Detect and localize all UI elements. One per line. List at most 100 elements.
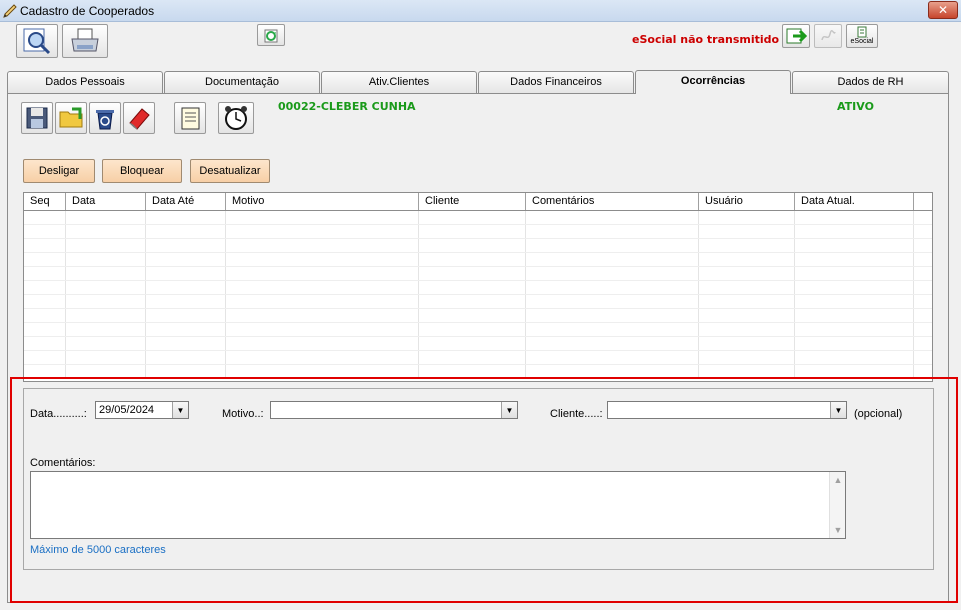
column-header-data-ate[interactable]: Data Até <box>146 193 226 210</box>
table-cell <box>226 225 419 238</box>
motivo-label: Motivo..: <box>222 408 264 420</box>
alarm-clock-icon <box>225 106 247 130</box>
table-cell <box>146 239 226 252</box>
eraser-icon <box>129 108 150 130</box>
table-cell <box>795 365 914 378</box>
table-cell <box>526 267 699 280</box>
column-header-motivo[interactable]: Motivo <box>226 193 419 210</box>
tab-documentacao[interactable]: Documentação <box>164 71 320 93</box>
table-cell <box>795 295 914 308</box>
table-cell <box>146 267 226 280</box>
table-cell <box>226 211 419 224</box>
data-value: 29/05/2024 <box>99 404 155 416</box>
column-header-data[interactable]: Data <box>66 193 146 210</box>
delete-button[interactable] <box>89 102 121 134</box>
open-folder-button[interactable] <box>55 102 87 134</box>
window-title: Cadastro de Cooperados <box>20 4 155 18</box>
comentarios-textarea[interactable]: ▲ ▼ <box>30 471 846 539</box>
desligar-button[interactable]: Desligar <box>23 159 95 183</box>
table-cell <box>526 225 699 238</box>
column-header-comentarios[interactable]: Comentários <box>526 193 699 210</box>
table-cell <box>699 309 795 322</box>
column-header-cliente[interactable]: Cliente <box>419 193 526 210</box>
table-cell <box>526 239 699 252</box>
data-label: Data..........: <box>30 408 87 420</box>
data-date-picker[interactable]: 29/05/2024 ▼ <box>95 401 189 419</box>
table-cell <box>146 365 226 378</box>
table-cell <box>146 211 226 224</box>
table-cell <box>526 365 699 378</box>
close-button[interactable]: ✕ <box>928 1 958 19</box>
cliente-select[interactable]: ▼ <box>607 401 847 419</box>
table-row <box>24 239 932 253</box>
table-cell <box>226 239 419 252</box>
table-row <box>24 365 932 379</box>
chevron-down-icon[interactable]: ▼ <box>501 402 517 418</box>
print-button[interactable] <box>62 24 108 58</box>
search-button[interactable] <box>16 24 58 58</box>
table-cell <box>66 295 146 308</box>
tab-ocorrencias[interactable]: Ocorrências <box>635 70 791 94</box>
table-cell <box>419 281 526 294</box>
grid-body <box>24 211 932 381</box>
table-cell <box>66 337 146 350</box>
table-cell <box>699 281 795 294</box>
scroll-down-icon[interactable]: ▼ <box>830 525 846 535</box>
chevron-down-icon[interactable]: ▼ <box>172 402 188 418</box>
esocial-document-icon <box>857 26 867 38</box>
table-cell <box>24 253 66 266</box>
chevron-down-icon[interactable]: ▼ <box>830 402 846 418</box>
column-header-data-atual[interactable]: Data Atual. <box>795 193 914 210</box>
table-cell <box>795 225 914 238</box>
notepad-icon <box>181 107 200 130</box>
esocial-export-button[interactable] <box>782 24 810 48</box>
clear-button[interactable] <box>123 102 155 134</box>
recycle-button[interactable] <box>257 24 285 46</box>
table-cell <box>24 211 66 224</box>
notes-button[interactable] <box>174 102 206 134</box>
title-bar: Cadastro de Cooperados ✕ <box>0 0 961 22</box>
table-cell <box>526 295 699 308</box>
column-header-usuario[interactable]: Usuário <box>699 193 795 210</box>
scroll-up-icon[interactable]: ▲ <box>830 475 846 485</box>
column-header-seq[interactable]: Seq <box>24 193 66 210</box>
table-cell <box>795 267 914 280</box>
max-characters-hint: Máximo de 5000 caracteres <box>30 544 166 556</box>
table-cell <box>419 365 526 378</box>
table-cell <box>699 239 795 252</box>
motivo-select[interactable]: ▼ <box>270 401 518 419</box>
table-cell <box>699 253 795 266</box>
save-button[interactable] <box>21 102 53 134</box>
table-cell <box>226 351 419 364</box>
table-cell <box>699 225 795 238</box>
table-cell <box>24 337 66 350</box>
tab-dados-pessoais[interactable]: Dados Pessoais <box>7 71 163 93</box>
tab-ativ-clientes[interactable]: Ativ.Clientes <box>321 71 477 93</box>
pen-icon <box>3 4 17 18</box>
table-cell <box>66 281 146 294</box>
alarm-button[interactable] <box>218 102 254 134</box>
table-cell <box>66 365 146 378</box>
tab-dados-de-rh[interactable]: Dados de RH <box>792 71 949 93</box>
table-row <box>24 309 932 323</box>
table-cell <box>146 323 226 336</box>
cliente-label: Cliente.....: <box>550 408 603 420</box>
table-cell <box>146 225 226 238</box>
table-cell <box>699 295 795 308</box>
table-cell <box>419 211 526 224</box>
table-cell <box>699 351 795 364</box>
esocial-badge-button[interactable]: eSocial <box>846 24 878 48</box>
table-cell <box>66 351 146 364</box>
comentarios-scrollbar[interactable]: ▲ ▼ <box>829 472 845 538</box>
tab-dados-financeiros[interactable]: Dados Financeiros <box>478 71 634 93</box>
table-cell <box>24 295 66 308</box>
table-cell <box>795 323 914 336</box>
table-cell <box>146 337 226 350</box>
opcional-label: (opcional) <box>854 408 903 420</box>
esocial-sign-button[interactable] <box>814 24 842 48</box>
bloquear-button[interactable]: Bloquear <box>102 159 182 183</box>
table-row <box>24 267 932 281</box>
table-cell <box>419 253 526 266</box>
desatualizar-button[interactable]: Desatualizar <box>190 159 270 183</box>
ocorrencias-grid[interactable]: Seq Data Data Até Motivo Cliente Comentá… <box>23 192 933 382</box>
